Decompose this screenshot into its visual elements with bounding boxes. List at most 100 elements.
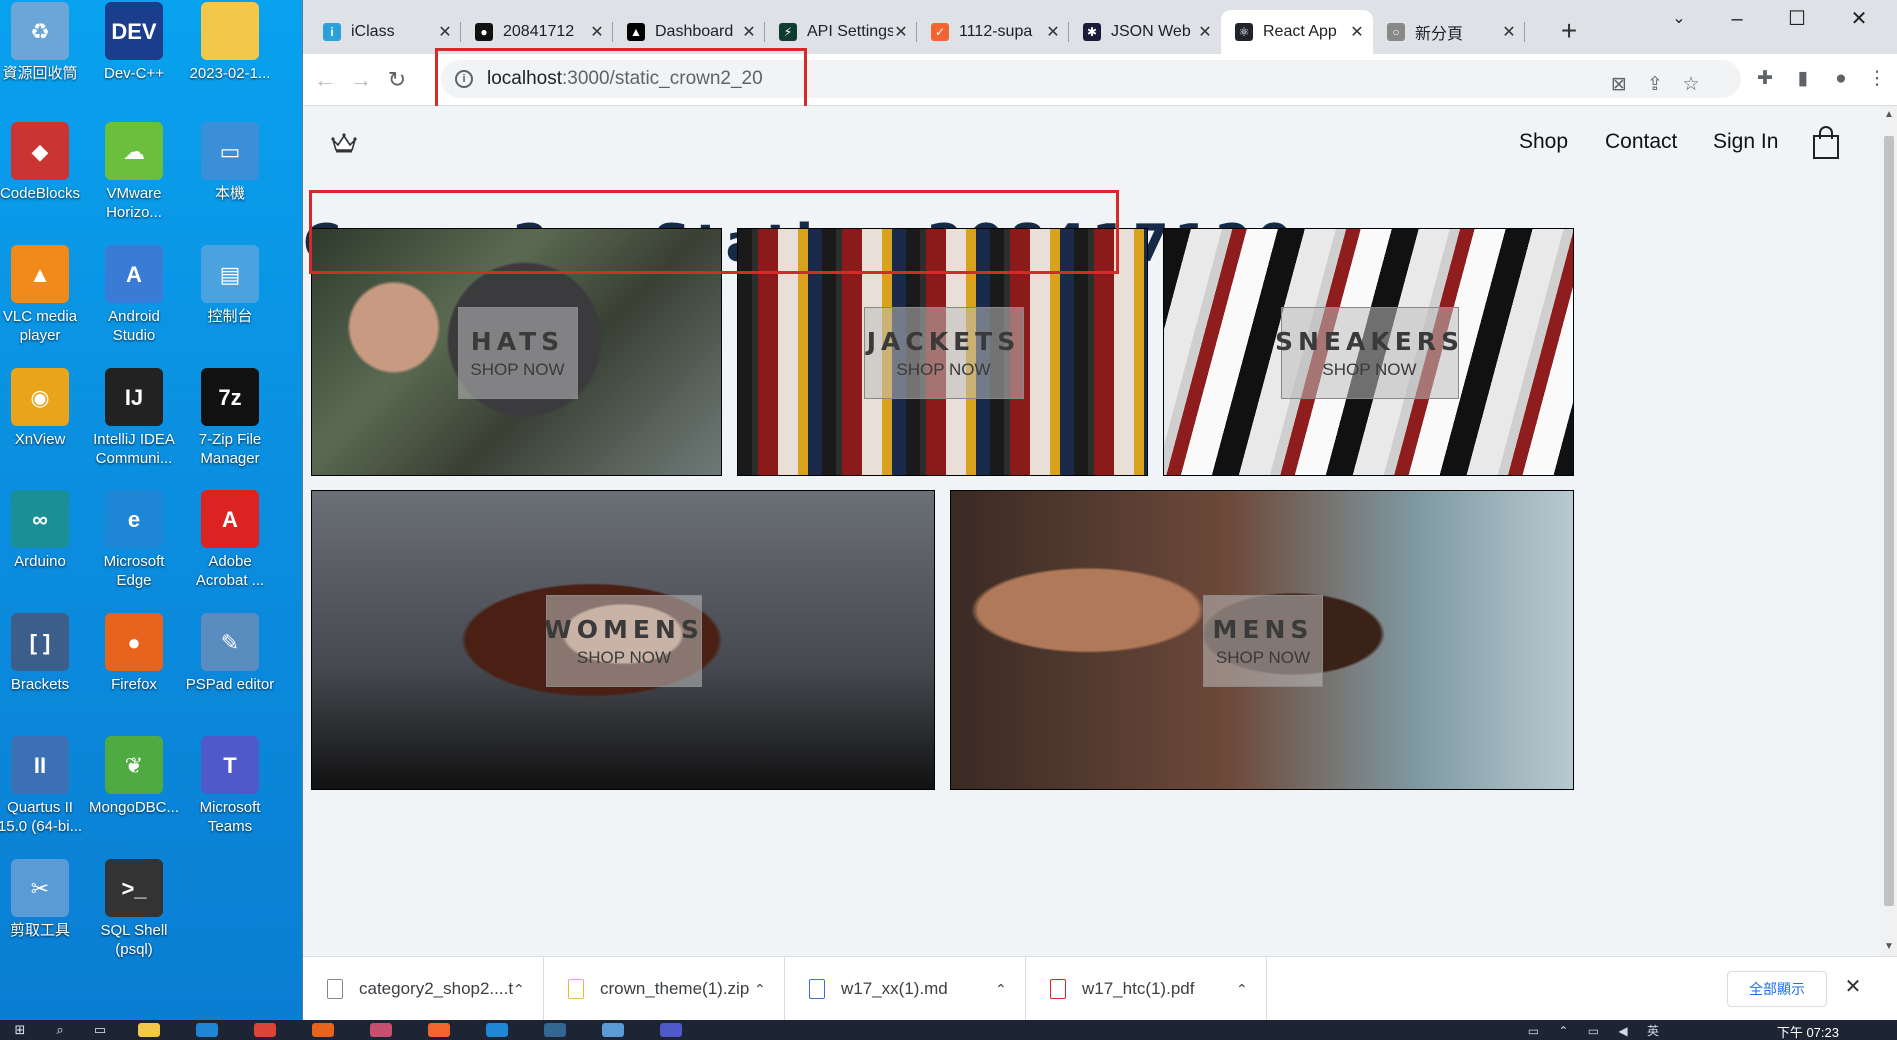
- app-taskbar-icon[interactable]: [370, 1023, 392, 1037]
- chevron-up-icon[interactable]: ⌃: [1236, 981, 1266, 998]
- system-tray[interactable]: ▭ ⌃ ▭ ◀ 英: [1528, 1022, 1667, 1039]
- desktop-icon[interactable]: 7z 7-Zip File Manager: [182, 368, 278, 468]
- scroll-up-icon[interactable]: ▲: [1880, 106, 1897, 124]
- desktop-icon[interactable]: ◉ XnView: [0, 368, 88, 449]
- bookmark-star-icon[interactable]: ☆: [1673, 66, 1709, 104]
- vscode-taskbar-icon[interactable]: [486, 1023, 508, 1037]
- category-label-box[interactable]: HATS SHOP NOW: [457, 307, 578, 399]
- download-item[interactable]: w17_htc(1).pdf ⌃: [1026, 957, 1267, 1021]
- category-tile-hats[interactable]: HATS SHOP NOW: [311, 228, 722, 476]
- close-tab-icon[interactable]: ✕: [1045, 22, 1061, 42]
- desktop-icon[interactable]: ● Firefox: [86, 613, 182, 694]
- chevron-up-icon[interactable]: ⌃: [754, 981, 784, 998]
- pgadmin-taskbar-icon[interactable]: [544, 1023, 566, 1037]
- close-tab-icon[interactable]: ✕: [437, 22, 453, 42]
- app-taskbar-icon[interactable]: [602, 1023, 624, 1037]
- chevron-up-icon[interactable]: ⌃: [513, 981, 543, 998]
- nav-shop-link[interactable]: Shop: [1519, 130, 1568, 154]
- category-label-box[interactable]: MENS SHOP NOW: [1203, 595, 1323, 687]
- scrollbar-thumb[interactable]: [1884, 136, 1894, 906]
- task-view-icon[interactable]: ▭: [80, 1020, 120, 1040]
- desktop-icon[interactable]: >_ SQL Shell (psql): [86, 859, 182, 959]
- chrome-menu-icon[interactable]: ⋮: [1859, 60, 1895, 98]
- desktop-icon[interactable]: ✂ 剪取工具: [0, 859, 88, 940]
- browser-tab[interactable]: ○ 新分頁 ✕: [1373, 10, 1525, 54]
- desktop-icon[interactable]: ◆ CodeBlocks: [0, 122, 88, 203]
- page-scrollbar[interactable]: ▲ ▼: [1880, 106, 1897, 956]
- browser-tab[interactable]: ⚡ API Settings ✕: [765, 10, 917, 54]
- download-item[interactable]: crown_theme(1).zip ⌃: [544, 957, 785, 1021]
- close-downloads-bar-icon[interactable]: ✕: [1839, 973, 1867, 1001]
- close-tab-icon[interactable]: ✕: [741, 22, 757, 42]
- desktop-icon[interactable]: T Microsoft Teams: [182, 736, 278, 836]
- new-tab-button[interactable]: +: [1553, 16, 1585, 48]
- firefox-taskbar-icon[interactable]: [312, 1023, 334, 1037]
- desktop-icon[interactable]: ❦ MongoDBC...: [86, 736, 182, 817]
- close-tab-icon[interactable]: ✕: [1349, 22, 1365, 42]
- category-tile-womens[interactable]: WOMENS SHOP NOW: [311, 490, 935, 790]
- desktop-icon[interactable]: ∞ Arduino: [0, 490, 88, 571]
- chrome-taskbar-icon[interactable]: [254, 1023, 276, 1037]
- desktop-icon[interactable]: ☁ VMware Horizo...: [86, 122, 182, 222]
- close-tab-icon[interactable]: ✕: [1501, 22, 1517, 42]
- desktop-icon[interactable]: A Adobe Acrobat ...: [182, 490, 278, 590]
- category-tile-sneakers[interactable]: SNEAKERS SHOP NOW: [1163, 228, 1574, 476]
- desktop-icon[interactable]: ▲ VLC media player: [0, 245, 88, 345]
- extensions-icon[interactable]: ✚: [1747, 60, 1783, 98]
- close-tab-icon[interactable]: ✕: [589, 22, 605, 42]
- search-icon[interactable]: ⌕: [40, 1020, 80, 1040]
- crown-logo-icon[interactable]: [331, 132, 357, 154]
- browser-tab[interactable]: ✱ JSON Web ✕: [1069, 10, 1221, 54]
- chevron-up-icon[interactable]: ⌃: [995, 981, 1025, 998]
- desktop-icon[interactable]: A Android Studio: [86, 245, 182, 345]
- category-label-box[interactable]: WOMENS SHOP NOW: [544, 595, 702, 687]
- share-icon[interactable]: ⇪: [1637, 66, 1673, 104]
- edge-taskbar-icon[interactable]: [196, 1023, 218, 1037]
- close-tab-icon[interactable]: ✕: [893, 22, 909, 42]
- category-label-box[interactable]: SNEAKERS SHOP NOW: [1275, 307, 1459, 399]
- taskbar-clock[interactable]: 下午 07:23: [1777, 1022, 1839, 1040]
- file-explorer-icon[interactable]: [138, 1023, 160, 1037]
- browser-tab[interactable]: ▲ Dashboard ✕: [613, 10, 765, 54]
- desktop-icon[interactable]: DEV Dev-C++: [86, 2, 182, 83]
- category-label-box[interactable]: JACKETS SHOP NOW: [863, 307, 1024, 399]
- browser-tab[interactable]: ● 20841712 ✕: [461, 10, 613, 54]
- browser-tab[interactable]: ✓ 1112-supa ✕: [917, 10, 1069, 54]
- show-all-downloads-button[interactable]: 全部顯示: [1727, 971, 1827, 1007]
- nav-sign-in-link[interactable]: Sign In: [1713, 130, 1778, 154]
- category-tile-mens[interactable]: MENS SHOP NOW: [950, 490, 1574, 790]
- back-icon[interactable]: ←: [309, 64, 341, 96]
- download-item[interactable]: category2_shop2....tar ⌃: [303, 957, 544, 1021]
- nav-contact-link[interactable]: Contact: [1605, 130, 1677, 154]
- forward-icon[interactable]: →: [345, 64, 377, 96]
- teams-taskbar-icon[interactable]: [660, 1023, 682, 1037]
- category-tile-jackets[interactable]: JACKETS SHOP NOW: [737, 228, 1148, 476]
- download-item[interactable]: w17_xx(1).md ⌃: [785, 957, 1026, 1021]
- browser-tab[interactable]: i iClass ✕: [309, 10, 461, 54]
- desktop-icon[interactable]: e Microsoft Edge: [86, 490, 182, 590]
- desktop-icon[interactable]: 2023-02-1...: [182, 2, 278, 83]
- close-window-icon[interactable]: ✕: [1831, 4, 1887, 34]
- browser-tab[interactable]: ⚛ React App ✕: [1221, 10, 1373, 54]
- desktop-icon[interactable]: ▭ 本機: [182, 122, 278, 203]
- scroll-down-icon[interactable]: ▼: [1880, 938, 1897, 956]
- minimize-icon[interactable]: –: [1709, 4, 1765, 34]
- shopping-bag-icon[interactable]: [1811, 126, 1841, 160]
- desktop-icon[interactable]: II Quartus II 15.0 (64-bi...: [0, 736, 88, 836]
- tab-search-icon[interactable]: ⌄: [1651, 4, 1707, 34]
- start-icon[interactable]: ⊞: [0, 1020, 40, 1040]
- close-tab-icon[interactable]: ✕: [1197, 22, 1213, 42]
- reload-icon[interactable]: ↻: [381, 64, 413, 96]
- side-panel-icon[interactable]: ▮: [1785, 60, 1821, 98]
- desktop-icon[interactable]: IJ IntelliJ IDEA Communi...: [86, 368, 182, 468]
- maximize-icon[interactable]: ☐: [1769, 4, 1825, 34]
- translate-icon[interactable]: ⊠: [1601, 66, 1637, 104]
- address-bar[interactable]: i localhost:3000/static_crown2_20 ⊠ ⇪ ☆: [441, 60, 1741, 98]
- desktop-icon[interactable]: [ ] Brackets: [0, 613, 88, 694]
- site-info-icon[interactable]: i: [455, 70, 473, 88]
- desktop-icon[interactable]: ✎ PSPad editor: [182, 613, 278, 694]
- desktop-icon[interactable]: ♻ 資源回收筒: [0, 2, 88, 83]
- desktop-icon[interactable]: ▤ 控制台: [182, 245, 278, 326]
- profile-avatar-icon[interactable]: ●: [1823, 60, 1859, 98]
- app-taskbar-icon[interactable]: [428, 1023, 450, 1037]
